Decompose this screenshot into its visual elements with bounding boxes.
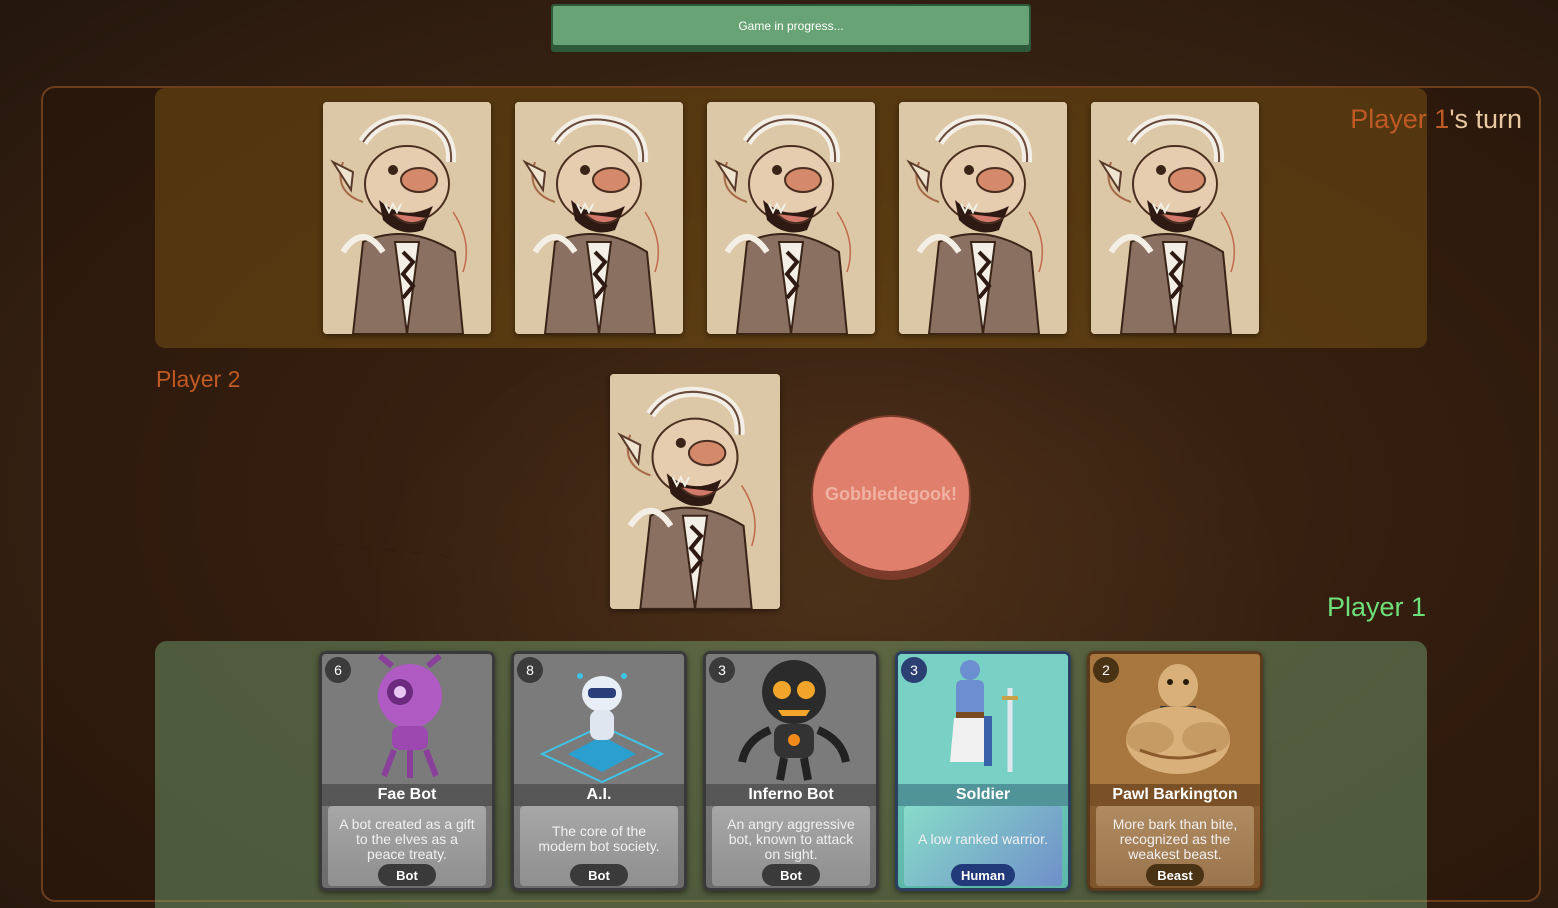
card-name: Soldier — [898, 784, 1068, 806]
hand-card[interactable]: 8 A.I. The core of the modern bot societ… — [511, 651, 687, 891]
hand-card[interactable]: 3 Inferno Bot An angry aggressive bot, k… — [703, 651, 879, 891]
status-text: Game in progress... — [553, 6, 1029, 45]
opponent-name: Player 2 — [156, 366, 241, 392]
turn-player-name: Player 1 — [1350, 104, 1450, 134]
card-cost: 6 — [325, 657, 351, 683]
turn-suffix: 's turn — [1449, 104, 1522, 134]
status-bar: Game in progress... — [551, 4, 1031, 52]
card-cost: 3 — [709, 657, 735, 683]
card-type: Beast — [1146, 864, 1204, 886]
turn-indicator: Player 1's turn — [1350, 104, 1522, 135]
draw-deck[interactable] — [610, 374, 780, 609]
card-cost: 8 — [517, 657, 543, 683]
card-name: A.I. — [514, 784, 684, 806]
opponent-card-back — [515, 102, 683, 334]
card-type: Bot — [570, 864, 628, 886]
card-type: Human — [950, 864, 1016, 886]
card-cost: 3 — [901, 657, 927, 683]
card-name: Inferno Bot — [706, 784, 876, 806]
hand-card[interactable]: 2 Pawl Barkington More bark than bite, r… — [1087, 651, 1263, 891]
opponent-card-back — [899, 102, 1067, 334]
card-name: Fae Bot — [322, 784, 492, 806]
opponent-card-back — [707, 102, 875, 334]
gobbledegook-label: Gobbledegook! — [813, 417, 969, 571]
hand-card[interactable]: 6 Fae Bot A bot created as a gift to the… — [319, 651, 495, 891]
player-name: Player 1 — [1327, 592, 1427, 622]
hand-card[interactable]: 3 Soldier A low ranked warrior. Human — [895, 651, 1071, 891]
opponent-card-back — [323, 102, 491, 334]
opponent-card-back — [1091, 102, 1259, 334]
card-name: Pawl Barkington — [1090, 784, 1260, 806]
card-type: Bot — [378, 864, 436, 886]
card-cost: 2 — [1093, 657, 1119, 683]
card-type: Bot — [762, 864, 820, 886]
gobbledegook-button[interactable]: Gobbledegook! — [811, 415, 971, 580]
